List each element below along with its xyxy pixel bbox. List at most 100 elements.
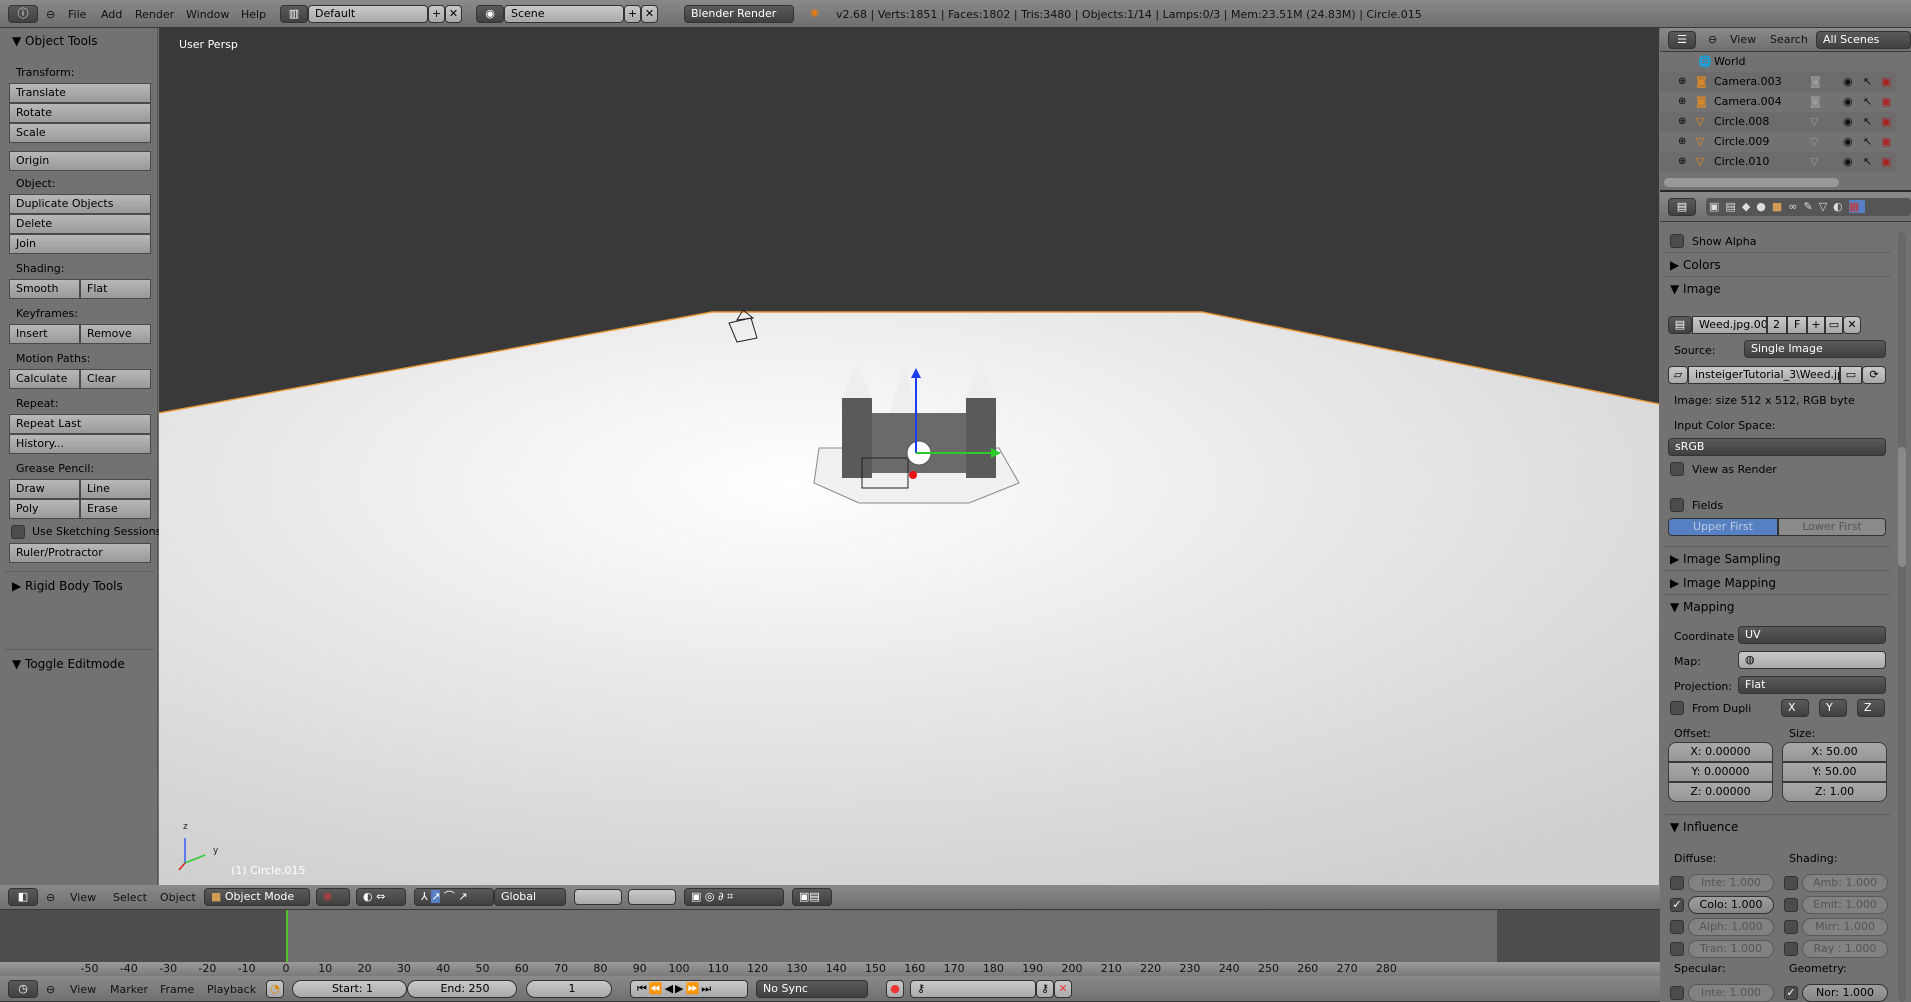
projection-select[interactable]: Flat bbox=[1738, 676, 1886, 694]
3d-header-collapse-icon[interactable]: ⊖ bbox=[46, 891, 55, 904]
geometry-normal-checkbox[interactable]: ✓ bbox=[1784, 986, 1798, 1000]
modifiers-tab-icon[interactable]: ✎ bbox=[1803, 200, 1818, 213]
expand-icon[interactable]: ⊕ bbox=[1678, 154, 1686, 170]
toggle-editmode-header[interactable]: ▼ Toggle Editmode bbox=[12, 657, 125, 671]
browse-filepath-button[interactable]: ▭ bbox=[1840, 366, 1862, 384]
diffuse-factor-field[interactable]: Inte: 1.000 bbox=[1688, 874, 1774, 892]
selectable-cursor-icon[interactable]: ↖ bbox=[1863, 134, 1872, 150]
visibility-eye-icon[interactable]: ◉ bbox=[1843, 134, 1853, 150]
current-frame-indicator[interactable] bbox=[286, 910, 288, 962]
visibility-eye-icon[interactable]: ◉ bbox=[1843, 114, 1853, 130]
timeline-collapse-icon[interactable]: ⊖ bbox=[46, 983, 55, 996]
visibility-eye-icon[interactable]: ◉ bbox=[1843, 94, 1853, 110]
record-button[interactable]: ● bbox=[886, 980, 904, 998]
ruler-protractor-button[interactable]: Ruler/Protractor bbox=[9, 543, 151, 563]
image-name-field[interactable]: Weed.jpg.004 bbox=[1692, 316, 1767, 334]
tool-button-join[interactable]: Join bbox=[9, 234, 151, 254]
pack-image-button[interactable]: ▱ bbox=[1668, 366, 1688, 384]
outliner-item-name[interactable]: World bbox=[1714, 55, 1746, 68]
3d-editor-type-button[interactable]: ◧ bbox=[8, 888, 38, 906]
delete-keyframe-button[interactable]: ✕ bbox=[1054, 980, 1072, 998]
outliner-item-name[interactable]: Camera.003 bbox=[1714, 75, 1782, 88]
camera-data-icon[interactable]: ◙ bbox=[1810, 94, 1821, 110]
shading-factor-field[interactable]: Amb: 1.000 bbox=[1802, 874, 1888, 892]
image-users-button[interactable]: 2 bbox=[1767, 316, 1787, 334]
layers-1[interactable] bbox=[574, 889, 622, 905]
scene-add-button[interactable]: + bbox=[624, 5, 641, 23]
selectable-cursor-icon[interactable]: ↖ bbox=[1863, 114, 1872, 130]
tool-button-poly[interactable]: Poly bbox=[9, 499, 80, 519]
timeline-ruler[interactable]: -50 -40 -30 -20 -10 0 10 20 30 40 50 60 70 80 90 100 110… bbox=[0, 962, 1660, 976]
outliner-item-name[interactable]: Circle.008 bbox=[1714, 115, 1769, 128]
keying-set-button[interactable]: ◔ bbox=[266, 980, 284, 998]
visibility-eye-icon[interactable]: ◉ bbox=[1843, 154, 1853, 170]
camera-data-icon[interactable]: ◙ bbox=[1810, 74, 1821, 90]
info-editor-type-button[interactable]: ⓘ bbox=[8, 5, 38, 23]
outliner-row[interactable]: ⊕ ◙ Camera.003 ◙ ◉ ↖ ▣ bbox=[1660, 72, 1896, 92]
outliner-item-name[interactable]: Circle.009 bbox=[1714, 135, 1769, 148]
selectable-cursor-icon[interactable]: ↖ bbox=[1863, 74, 1872, 90]
tool-button-origin[interactable]: Origin bbox=[9, 151, 151, 171]
end-frame-field[interactable]: End: 250 bbox=[407, 980, 517, 998]
outliner-menu-search[interactable]: Search bbox=[1770, 33, 1808, 46]
from-dupli-checkbox[interactable] bbox=[1670, 701, 1684, 715]
layout-remove-button[interactable]: ✕ bbox=[445, 5, 462, 23]
timeline-menu-playback[interactable]: Playback bbox=[207, 983, 256, 996]
tool-button-duplicate-objects[interactable]: Duplicate Objects bbox=[9, 194, 151, 214]
outliner-row[interactable]: 🌐 World bbox=[1660, 52, 1896, 72]
reload-image-button[interactable]: ⟳ bbox=[1862, 366, 1886, 384]
outliner-row[interactable]: ⊕ ▽ Circle.009 ▽ ◉ ↖ ▣ bbox=[1660, 132, 1896, 152]
scene-icon-button[interactable]: ◉ bbox=[476, 5, 504, 23]
source-select[interactable]: Single Image bbox=[1744, 340, 1886, 358]
outliner-collapse-icon[interactable]: ⊖ bbox=[1708, 33, 1717, 46]
render-layers-tab-icon[interactable]: ▤ bbox=[1725, 200, 1741, 213]
show-alpha-checkbox[interactable] bbox=[1670, 234, 1684, 248]
tool-button-translate[interactable]: Translate bbox=[9, 83, 151, 103]
view-as-render-checkbox[interactable] bbox=[1670, 462, 1684, 476]
offset-y-field[interactable]: Y: 0.00000 bbox=[1668, 762, 1773, 782]
tool-button-line[interactable]: Line bbox=[80, 479, 151, 499]
size-x-field[interactable]: X: 50.00 bbox=[1782, 742, 1887, 762]
fields-checkbox[interactable] bbox=[1670, 498, 1684, 512]
diffuse-factor-field[interactable]: Colo: 1.000 bbox=[1688, 896, 1774, 914]
menu-file[interactable]: File bbox=[68, 8, 86, 21]
shading-factor-field[interactable]: Mirr: 1.000 bbox=[1802, 918, 1888, 936]
unlink-image-button[interactable]: ✕ bbox=[1843, 316, 1861, 334]
color-space-select[interactable]: sRGB bbox=[1668, 438, 1886, 456]
shading-checkbox[interactable] bbox=[1784, 942, 1798, 956]
renderable-camera-icon[interactable]: ▣ bbox=[1881, 94, 1891, 110]
outliner-row[interactable]: ⊕ ◙ Camera.004 ◙ ◉ ↖ ▣ bbox=[1660, 92, 1896, 112]
object-tab-icon[interactable]: ■ bbox=[1772, 200, 1788, 213]
expand-icon[interactable]: ⊕ bbox=[1678, 74, 1686, 90]
image-browse-button[interactable]: ▤ bbox=[1668, 316, 1692, 334]
orientation-select[interactable]: Global bbox=[494, 888, 566, 906]
tool-button-smooth[interactable]: Smooth bbox=[9, 279, 80, 299]
new-image-button[interactable]: + bbox=[1807, 316, 1825, 334]
tool-button-scale[interactable]: Scale bbox=[9, 123, 151, 143]
tool-button-history-[interactable]: History... bbox=[9, 434, 151, 454]
timeline-menu-view[interactable]: View bbox=[70, 983, 96, 996]
diffuse-checkbox[interactable] bbox=[1670, 876, 1684, 890]
expand-icon[interactable]: ⊕ bbox=[1678, 114, 1686, 130]
outliner-row[interactable]: ⊕ ▽ Circle.008 ▽ ◉ ↖ ▣ bbox=[1660, 112, 1896, 132]
3d-menu-object[interactable]: Object bbox=[160, 891, 196, 904]
mapping-z-select[interactable]: Z bbox=[1857, 699, 1885, 717]
layers-2[interactable] bbox=[628, 889, 676, 905]
diffuse-factor-field[interactable]: Tran: 1.000 bbox=[1688, 940, 1774, 958]
menu-help[interactable]: Help bbox=[241, 8, 266, 21]
image-mapping-panel-header[interactable]: ▶ Image Mapping bbox=[1670, 576, 1776, 590]
timeline-editor-type-button[interactable]: ◷ bbox=[8, 980, 38, 998]
image-panel-header[interactable]: ▼ Image bbox=[1670, 282, 1721, 296]
renderable-camera-icon[interactable]: ▣ bbox=[1881, 134, 1891, 150]
offset-x-field[interactable]: X: 0.00000 bbox=[1668, 742, 1773, 762]
expand-icon[interactable]: ⊕ bbox=[1678, 94, 1686, 110]
size-y-field[interactable]: Y: 50.00 bbox=[1782, 762, 1887, 782]
sync-select[interactable]: No Sync bbox=[756, 980, 868, 998]
tool-button-repeat-last[interactable]: Repeat Last bbox=[9, 414, 151, 434]
tool-button-insert[interactable]: Insert bbox=[9, 324, 80, 344]
coordinate-select[interactable]: UV bbox=[1738, 626, 1886, 644]
mesh-data-icon[interactable]: ▽ bbox=[1810, 154, 1818, 170]
start-frame-field[interactable]: Start: 1 bbox=[292, 980, 407, 998]
insert-keyframe-button[interactable]: ⚷ bbox=[1036, 980, 1054, 998]
layout-field[interactable]: Default bbox=[308, 5, 428, 23]
